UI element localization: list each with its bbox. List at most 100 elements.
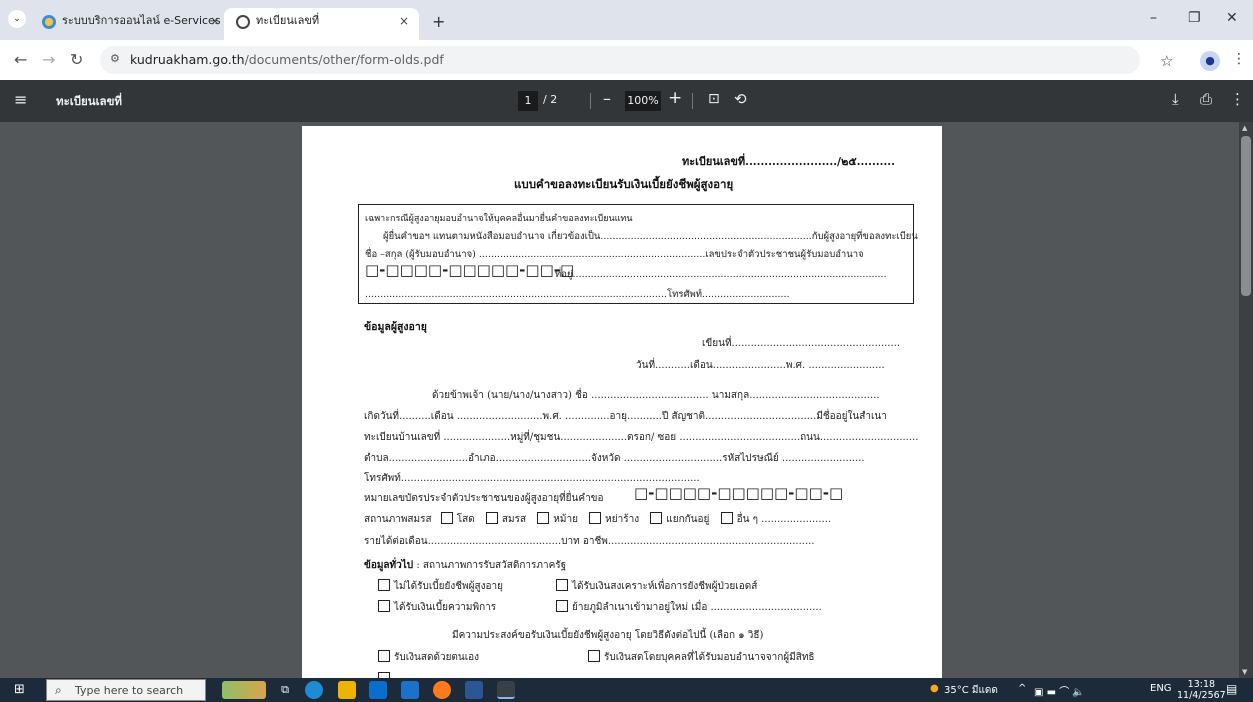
- method-option: รับเงินสดโดยบุคคลที่ได้รับมอบอำนาจจากผู้…: [588, 650, 815, 665]
- pdf-viewer[interactable]: ทะเบียนเลขที่......................../๒๕…: [0, 122, 1253, 686]
- store-icon[interactable]: [369, 681, 387, 699]
- tab-pdf[interactable]: ทะเบียนเลขที่ ×: [224, 8, 419, 40]
- scrollbar-thumb[interactable]: [1241, 136, 1251, 296]
- checkbox[interactable]: [378, 579, 390, 591]
- proxy-id-boxes: □-□□□□-□□□□□-□□-□: [365, 261, 575, 279]
- checkbox[interactable]: [378, 650, 390, 662]
- url-text: kudruakham.go.th/documents/other/form-ol…: [130, 52, 444, 67]
- new-tab-button[interactable]: +: [432, 12, 445, 31]
- maximize-button[interactable]: ❐: [1188, 10, 1201, 26]
- url-host: kudruakham.go.th: [130, 52, 245, 67]
- tab-search-chevron-icon[interactable]: ⌄: [8, 10, 26, 28]
- marital-option: แยกกันอยู่: [666, 514, 710, 525]
- scroll-down-icon[interactable]: ▼: [1242, 668, 1247, 676]
- page-total: / 2: [543, 93, 558, 106]
- file-explorer-icon[interactable]: [338, 681, 356, 699]
- checkbox[interactable]: [720, 512, 733, 524]
- windows-taskbar: ⊞ ⌕ Type here to search ⧉ ● 35°C มีแดด ^…: [0, 678, 1253, 702]
- proxy-relation-line: ผู้ยื่นคำขอฯ แทนตามหนังสือมอบอำนาจ เกี่ย…: [383, 231, 918, 242]
- site-favicon-icon: [42, 15, 56, 29]
- chrome-icon[interactable]: [497, 681, 515, 699]
- fit-page-icon[interactable]: ⊡: [708, 91, 720, 107]
- scroll-up-icon[interactable]: ▲: [1242, 124, 1247, 132]
- print-icon[interactable]: ⎙: [1200, 90, 1212, 108]
- birth-line: เกิดวันที่..........เดือน ..............…: [364, 411, 887, 422]
- written-at-line: เขียนที่................................…: [702, 338, 901, 349]
- tab-e-services[interactable]: ระบบบริการออนไลน์ e-Services ×: [30, 8, 230, 40]
- tab-title: ระบบบริการออนไลน์ e-Services: [62, 14, 221, 27]
- general-heading-row: ข้อมูลทั่วไป : สถานภาพการรับสวัสดิการภาค…: [364, 558, 566, 573]
- taskbar-clock[interactable]: 13:18 11/4/2567: [1177, 679, 1226, 701]
- close-window-button[interactable]: ✕: [1226, 10, 1238, 26]
- bookmark-star-icon[interactable]: ☆: [1160, 52, 1173, 70]
- pdf-more-icon[interactable]: ⋮: [1230, 90, 1245, 108]
- zoom-out-button[interactable]: –: [603, 89, 611, 108]
- elder-heading: ข้อมูลผู้สูงอายุ: [364, 321, 427, 333]
- address-bar[interactable]: ⚙ kudruakham.go.th/documents/other/form-…: [100, 46, 1140, 74]
- download-icon[interactable]: ⤓: [1172, 90, 1179, 108]
- checkbox[interactable]: [650, 512, 663, 524]
- browser-window: ⌄ ระบบบริการออนไลน์ e-Services × ทะเบียน…: [0, 0, 1253, 702]
- checkbox[interactable]: [556, 579, 568, 591]
- profile-avatar[interactable]: ●: [1200, 51, 1220, 71]
- weather-sun-icon: ●: [930, 683, 939, 694]
- marital-option: หม้าย: [553, 514, 578, 525]
- page-number-input[interactable]: 1: [518, 91, 538, 111]
- checkbox[interactable]: [378, 600, 390, 612]
- intent-line: มีความประสงค์ขอรับเงินเบี้ยยังชีพผู้สูงอ…: [452, 630, 764, 641]
- input-language[interactable]: ENG: [1150, 683, 1172, 694]
- tray-expand-icon[interactable]: ^: [1018, 683, 1026, 694]
- tab-close-icon[interactable]: ×: [210, 8, 220, 34]
- zoom-in-button[interactable]: +: [668, 88, 682, 108]
- search-icon: ⌕: [55, 683, 62, 697]
- edge-browser-icon[interactable]: [305, 681, 323, 699]
- forward-button[interactable]: →: [42, 50, 55, 69]
- task-view-icon[interactable]: ⧉: [276, 681, 294, 699]
- checkbox[interactable]: [556, 600, 568, 612]
- tab-title: ทะเบียนเลขที่: [256, 14, 320, 27]
- checkbox[interactable]: [537, 512, 550, 524]
- name-line: ด้วยข้าพเจ้า (นาย/นาง/นางสาว) ชื่อ .....…: [432, 390, 880, 401]
- general-heading: ข้อมูลทั่วไป: [364, 560, 414, 571]
- method-label: รับเงินสดด้วยตนเอง: [394, 652, 480, 663]
- marital-option: อื่น ๆ ......................: [736, 514, 832, 525]
- checkbox[interactable]: [440, 512, 453, 524]
- word-icon[interactable]: [465, 681, 483, 699]
- browser-menu-icon[interactable]: ⋮: [1232, 51, 1246, 67]
- checkbox[interactable]: [589, 512, 602, 524]
- form-title: แบบคำขอลงทะเบียนรับเงินเบี้ยยังชีพผู้สูง…: [514, 177, 734, 191]
- proxy-name-line: ชื่อ –สกุล (ผู้รับมอบอำนาจ) ............…: [365, 249, 864, 260]
- browser-toolbar: ← → ↻ ⚙ kudruakham.go.th/documents/other…: [0, 40, 1253, 80]
- pdf-toolbar: ≡ ทะเบียนเลขที่ 1 / 2 – 100% + ⊡ ⟲ ⤓ ⎙ ⋮: [0, 80, 1253, 122]
- divider: [692, 93, 693, 109]
- marital-option: สมรส: [501, 514, 527, 525]
- widgets-news-icon[interactable]: [222, 681, 266, 699]
- site-info-icon[interactable]: ⚙: [110, 52, 120, 65]
- checkbox[interactable]: [588, 650, 600, 662]
- notification-icon[interactable]: ▤: [1226, 682, 1237, 696]
- marital-option: หย่าร้าง: [605, 514, 640, 525]
- taskbar-search-box[interactable]: ⌕ Type here to search: [46, 679, 206, 701]
- vertical-scrollbar[interactable]: ▲ ▼: [1239, 122, 1253, 678]
- proxy-address-line: ที่อยู่.................................…: [555, 269, 887, 280]
- firefox-icon[interactable]: [433, 681, 451, 699]
- zoom-input[interactable]: 100%: [625, 91, 661, 111]
- tray-icons[interactable]: ▣ ▬ ⌒ 🔈: [1034, 683, 1085, 698]
- back-button[interactable]: ←: [14, 50, 27, 69]
- checkbox[interactable]: [485, 512, 498, 524]
- weather-text[interactable]: 35°C มีแดด: [944, 683, 998, 698]
- date-line: วันที่...........เดือน..................…: [636, 360, 885, 371]
- proxy-section: เฉพาะกรณีผู้สูงอายุมอบอำนาจให้บุคคลอื่นม…: [358, 204, 918, 304]
- marital-row: สถานภาพสมรส โสด สมรส หม้าย หย่าร้าง แยกก…: [364, 512, 831, 527]
- reload-button[interactable]: ↻: [70, 50, 83, 69]
- mail-icon[interactable]: [401, 681, 419, 699]
- clock-date: 11/4/2567: [1177, 690, 1226, 701]
- pdf-sidebar-menu-icon[interactable]: ≡: [14, 90, 27, 109]
- tab-close-icon[interactable]: ×: [399, 8, 409, 34]
- method-option: รับเงินสดด้วยตนเอง: [378, 650, 479, 665]
- rotate-icon[interactable]: ⟲: [734, 90, 747, 108]
- income-line: รายได้ต่อเดือน..........................…: [364, 536, 815, 547]
- tab-strip: ⌄ ระบบบริการออนไลน์ e-Services × ทะเบียน…: [0, 0, 1253, 40]
- windows-start-icon[interactable]: ⊞: [14, 683, 28, 697]
- minimize-button[interactable]: –: [1150, 10, 1157, 26]
